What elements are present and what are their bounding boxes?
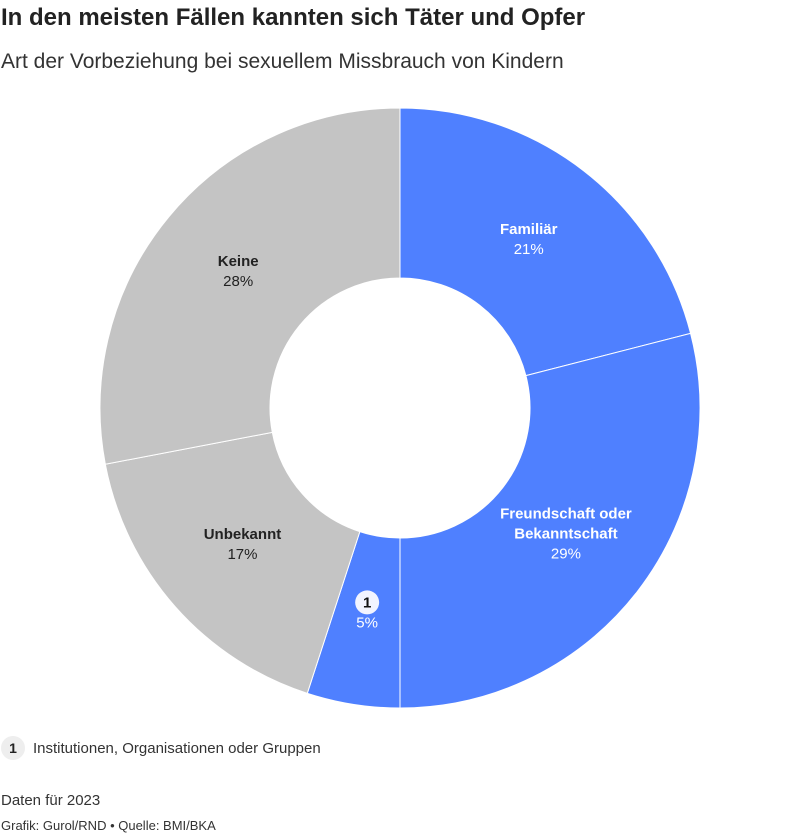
slice-value-label: 29%: [551, 546, 581, 563]
footnote-text: Institutionen, Organisationen oder Grupp…: [33, 739, 321, 757]
slice-value-label: 17%: [227, 546, 257, 563]
slice-value-label: 21%: [514, 241, 544, 258]
source-credit: Grafik: Gurol/RND • Quelle: BMI/BKA: [1, 818, 216, 833]
slice-label: Freundschaft oder: [500, 506, 632, 523]
donut-chart: Familiär 21% Freundschaft oder Bekanntschaf…: [99, 107, 701, 709]
slice-label: Familiär: [500, 221, 558, 238]
data-note: Daten für 2023: [1, 792, 101, 809]
slice-0: [399, 107, 692, 377]
slice-label: 1: [363, 594, 371, 611]
slice-label: Unbekannt: [204, 526, 282, 543]
slice-value-label: 5%: [356, 614, 378, 631]
slice-value-label: 28%: [223, 273, 253, 290]
slice-label: Bekanntschaft: [514, 526, 617, 543]
footnote-legend: 1 Institutionen, Organisationen oder Gru…: [1, 736, 321, 760]
slice-label: Keine: [218, 253, 259, 270]
footnote-marker: 1: [1, 736, 25, 760]
